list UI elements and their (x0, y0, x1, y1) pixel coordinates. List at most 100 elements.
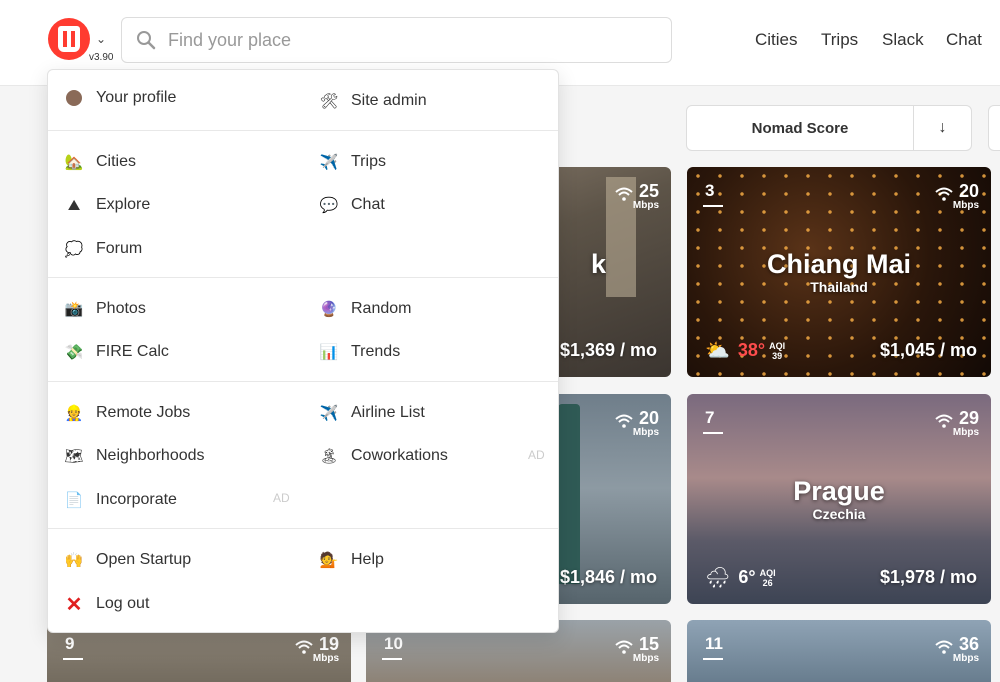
filter-button[interactable] (988, 105, 1000, 151)
sort-select[interactable]: Nomad Score (687, 106, 914, 150)
island-icon: 🏝 (319, 448, 339, 465)
wifi-icon (615, 414, 633, 428)
menu-your-profile[interactable]: Your profile (64, 88, 176, 108)
nav-trips[interactable]: Trips (821, 30, 858, 50)
menu-fire-calc[interactable]: 💸 FIRE Calc (64, 342, 169, 362)
rank-number: 9 (62, 634, 84, 660)
chevron-down-icon[interactable]: ⌄ (96, 32, 106, 46)
country-name: Czechia (812, 506, 866, 522)
menu-log-out[interactable]: ✕ Log out (64, 594, 150, 616)
city-name: Chiang Mai (766, 249, 911, 279)
wifi-speed: 29 Mbps (935, 408, 979, 438)
aqi: AQI 39 (769, 341, 785, 361)
wifi-icon (615, 187, 633, 201)
rank-number: 3 (702, 181, 724, 207)
logo-mark (58, 26, 80, 52)
menu-label: FIRE Calc (96, 343, 169, 360)
ad-label: AD (528, 448, 545, 462)
menu-explore[interactable]: ⛰ Explore (64, 195, 151, 215)
cost-per-month: $1,369 / mo (559, 340, 657, 360)
search-input[interactable] (168, 29, 648, 51)
menu-chat[interactable]: 💬 Chat (319, 195, 385, 215)
menu-label: Airline List (351, 404, 425, 421)
wifi-unit: Mbps (632, 653, 659, 664)
menu-incorporate[interactable]: 📄 Incorporate (64, 490, 177, 510)
menu-forum[interactable]: 💭 Forum (64, 239, 143, 259)
menu-label: Incorporate (96, 491, 177, 508)
ad-label: AD (273, 491, 290, 505)
menu-label: Open Startup (96, 551, 192, 568)
city-card-prague[interactable]: 7 29 Mbps Prague Czechia 🌧 6° AQI 26 $1,9… (687, 394, 991, 604)
menu-cities[interactable]: 🏡 Cities (64, 152, 136, 172)
wifi-unit: Mbps (632, 427, 659, 438)
raised-hands-icon: 🙌 (64, 552, 84, 569)
city-name: Prague (793, 476, 885, 506)
weather: 🌧 6° AQI 26 (705, 565, 776, 590)
menu-site-admin[interactable]: 🛠 Site admin (319, 91, 427, 111)
nav-slack[interactable]: Slack (882, 30, 924, 50)
menu-airline-list[interactable]: ✈️ Airline List (319, 403, 425, 423)
map-icon: 🗺 (64, 448, 84, 465)
wifi-unit: Mbps (312, 653, 339, 664)
menu-label: Help (351, 551, 384, 568)
temperature: 6° (738, 567, 756, 587)
worker-icon: 👷 (64, 405, 84, 422)
sort-direction-button[interactable]: ↓ (914, 106, 971, 150)
wifi-unit: Mbps (952, 427, 979, 438)
menu-divider (48, 528, 558, 529)
help-person-icon: 💁 (319, 552, 339, 569)
menu-label: Trips (351, 153, 386, 170)
wifi-speed: 19 Mbps (295, 634, 339, 664)
version-label: v3.90 (89, 52, 114, 63)
wifi-speed: 20 Mbps (935, 181, 979, 211)
menu-label: Coworkations (351, 447, 448, 464)
camera-icon: 📸 (64, 301, 84, 318)
avatar (64, 88, 84, 108)
aqi-label: AQI (769, 340, 786, 351)
city-card-11[interactable]: 11 36 Mbps (687, 620, 991, 682)
nav-cities[interactable]: Cities (755, 30, 798, 50)
house-icon: 🏡 (64, 154, 84, 171)
menu-open-startup[interactable]: 🙌 Open Startup (64, 550, 192, 570)
nav-chat[interactable]: Chat (946, 30, 982, 50)
nomad-logo-button[interactable] (48, 18, 90, 60)
menu-divider (48, 381, 558, 382)
menu-photos[interactable]: 📸 Photos (64, 299, 146, 319)
wifi-icon (935, 414, 953, 428)
wifi-icon (295, 640, 313, 654)
menu-label: Site admin (351, 92, 427, 109)
bar-chart-icon: 📊 (319, 344, 339, 361)
aqi-value: 39 (772, 350, 783, 361)
menu-trips[interactable]: ✈️ Trips (319, 152, 386, 172)
aqi-value: 26 (762, 577, 773, 588)
menu-remote-jobs[interactable]: 👷 Remote Jobs (64, 403, 191, 423)
menu-label: Forum (96, 240, 143, 257)
menu-label: Random (351, 300, 412, 317)
tools-icon: 🛠 (319, 93, 339, 110)
wifi-icon (615, 640, 633, 654)
menu-help[interactable]: 💁 Help (319, 550, 384, 570)
menu-label: Photos (96, 300, 146, 317)
rain-cloud-icon: 🌧 (705, 567, 731, 589)
menu-label: Neighborhoods (96, 447, 205, 464)
menu-label: Explore (96, 196, 151, 213)
tower-shape (558, 404, 580, 584)
menu-random[interactable]: 🔮 Random (319, 299, 412, 319)
menu-label: Your profile (96, 89, 177, 106)
menu-divider (48, 130, 558, 131)
search-box[interactable] (121, 17, 672, 63)
cost-per-month: $1,978 / mo (879, 567, 977, 587)
wifi-speed: 25 Mbps (615, 181, 659, 211)
menu-label: Trends (351, 343, 401, 360)
airplane-icon: ✈️ (319, 405, 339, 422)
user-menu-dropdown: Your profile 🛠 Site admin 🏡 Cities ✈️ Tr… (47, 69, 559, 633)
menu-neighborhoods[interactable]: 🗺 Neighborhoods (64, 446, 205, 466)
menu-trends[interactable]: 📊 Trends (319, 342, 401, 362)
menu-coworkations[interactable]: 🏝 Coworkations (319, 446, 448, 466)
aqi: AQI 26 (760, 568, 776, 588)
cost-per-month: $1,846 / mo (559, 567, 657, 587)
wifi-icon (935, 187, 953, 201)
city-card-chiang-mai[interactable]: 3 20 Mbps Chiang Mai Thailand ⛅ 38° AQI 3… (687, 167, 991, 377)
cost-per-month: $1,045 / mo (879, 340, 977, 360)
wifi-speed: 15 Mbps (615, 634, 659, 664)
